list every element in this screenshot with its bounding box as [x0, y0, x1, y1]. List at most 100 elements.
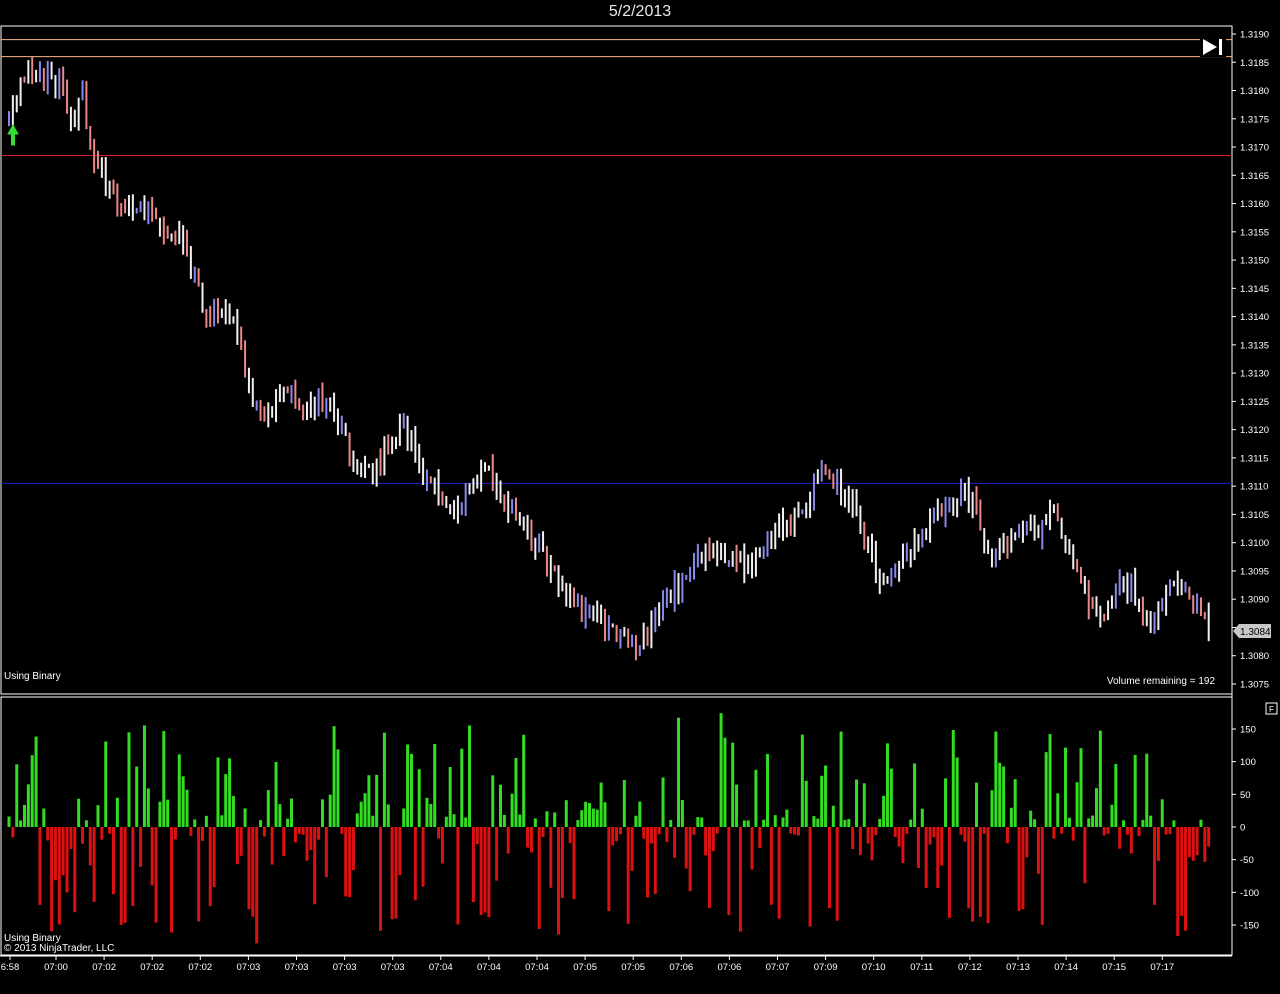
volume-bar — [576, 820, 580, 827]
volume-bar — [386, 804, 390, 827]
volume-bar — [290, 798, 294, 827]
volume-bar — [409, 753, 413, 827]
volume-bar — [46, 827, 50, 841]
volume-tick-label: -150 — [1240, 921, 1259, 932]
volume-bar — [1110, 804, 1114, 827]
volume-bar — [680, 799, 684, 827]
volume-bar — [1087, 818, 1091, 827]
volume-bar — [1207, 827, 1211, 847]
volume-bar — [243, 808, 247, 827]
volume-bar — [750, 827, 754, 870]
volume-bar — [800, 734, 804, 827]
up-arrow-signal — [7, 123, 19, 146]
volume-bar — [42, 808, 46, 827]
volume-bar — [735, 784, 739, 827]
volume-bar — [746, 820, 750, 827]
volume-bar — [855, 779, 859, 827]
volume-bar — [38, 827, 42, 905]
volume-bar — [646, 827, 650, 898]
volume-bar — [433, 743, 437, 827]
volume-bar — [1122, 820, 1126, 827]
volume-bar — [793, 827, 797, 835]
price-tick-label: 1.3090 — [1240, 595, 1269, 606]
volume-bar — [1149, 815, 1153, 827]
volume-bar — [115, 797, 119, 827]
volume-bar — [704, 827, 708, 856]
volume-bar — [479, 827, 483, 916]
volume-bar — [738, 827, 742, 932]
volume-bar — [270, 827, 274, 865]
volume-bar — [239, 827, 243, 856]
volume-bar — [371, 815, 375, 827]
volume-bar — [874, 827, 878, 836]
volume-bar — [669, 819, 673, 827]
volume-bar — [731, 742, 735, 827]
volume-bar — [622, 780, 626, 827]
time-tick-label: 07:09 — [814, 962, 838, 973]
time-tick-label: 07:07 — [766, 962, 790, 973]
volume-bar — [553, 812, 557, 827]
volume-bar — [1183, 827, 1187, 931]
volume-bar — [526, 827, 530, 848]
volume-bar — [379, 827, 383, 931]
time-tick-label: 07:11 — [910, 962, 933, 973]
volume-bar — [111, 827, 115, 895]
volume-bar — [1036, 827, 1040, 874]
volume-bar — [483, 827, 487, 913]
volume-bar — [301, 827, 305, 835]
volume-bar — [785, 809, 789, 827]
scroll-to-end-button[interactable] — [1200, 37, 1226, 57]
volume-bar — [266, 790, 270, 827]
volume-bar — [88, 827, 92, 866]
volume-bar — [127, 732, 131, 827]
volume-tick-label: -50 — [1240, 855, 1254, 866]
volume-bar — [665, 827, 669, 843]
volume-bar — [50, 827, 54, 932]
price-tick-label: 1.3120 — [1240, 425, 1269, 436]
volume-bar — [766, 753, 770, 827]
volume-bar — [719, 713, 723, 827]
panel-legend-toggle[interactable]: F — [1265, 702, 1278, 715]
volume-bar — [630, 827, 634, 871]
volume-bar — [340, 827, 344, 834]
volume-bar — [1199, 819, 1203, 827]
volume-bar — [158, 801, 162, 827]
volume-bar — [866, 827, 870, 844]
volume-bar — [421, 827, 425, 887]
volume-bar — [460, 748, 464, 827]
volume-bar — [634, 815, 638, 827]
volume-bar — [313, 827, 317, 905]
volume-bar — [982, 827, 986, 834]
volume-bar — [456, 827, 460, 925]
volume-bar — [913, 763, 917, 827]
volume-bar — [146, 788, 150, 827]
volume-bar — [638, 801, 642, 827]
volume-bar — [336, 749, 340, 827]
volume-bar — [831, 805, 835, 827]
volume-bar — [928, 827, 932, 845]
volume-bar — [707, 827, 711, 908]
volume-bar — [1009, 807, 1013, 827]
volume-bar — [220, 815, 224, 827]
volume-bar — [390, 827, 394, 920]
volume-bar — [568, 827, 572, 843]
volume-bar — [959, 827, 963, 835]
time-tick-label: 07:13 — [1006, 962, 1030, 973]
volume-bar — [1160, 799, 1164, 827]
volume-bar — [893, 827, 897, 838]
volume-bar — [978, 827, 982, 917]
volume-bar — [715, 827, 719, 834]
volume-bar — [533, 818, 537, 827]
volume-bar — [603, 802, 607, 827]
volume-bar — [955, 757, 959, 827]
price-tick-label: 1.3175 — [1240, 114, 1269, 125]
volume-bar — [1164, 827, 1168, 835]
volume-bar — [684, 827, 688, 869]
volume-bar — [398, 827, 402, 876]
volume-bar — [11, 827, 15, 838]
chart-canvas: 1.3190 1.3185 1.3180 1.3175 1.3170 1.3165 1.31… — [0, 25, 1278, 973]
volume-bar — [1091, 815, 1095, 827]
volume-bar — [518, 814, 522, 827]
volume-bar — [677, 717, 681, 827]
volume-bar — [1187, 827, 1191, 858]
